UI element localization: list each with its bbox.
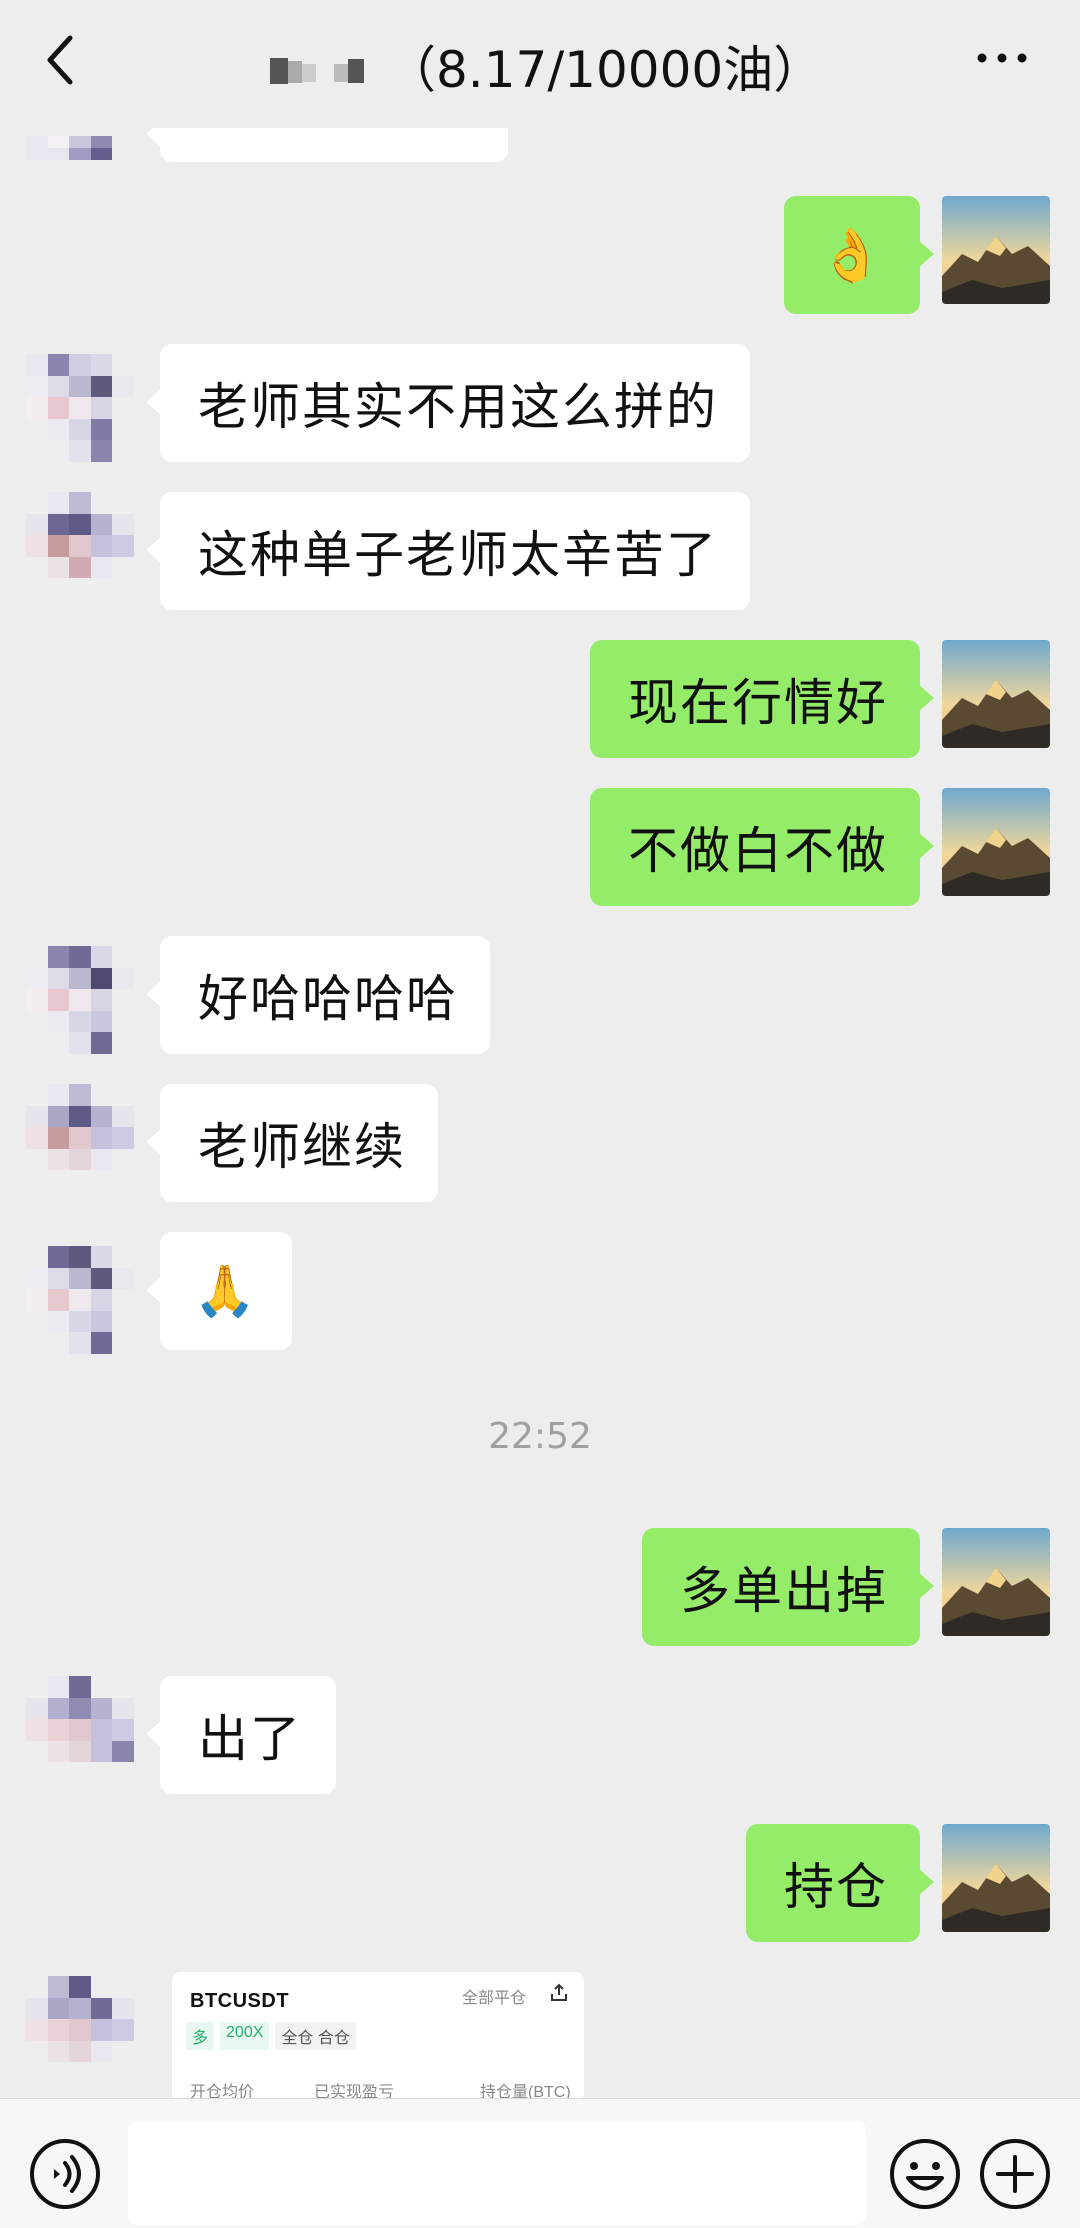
message-input[interactable] xyxy=(128,2121,866,2225)
message-bubble-emoji[interactable]: 🙏 xyxy=(146,1232,292,1350)
message-list[interactable]: 👌 老师其实不用这么拼的 这种单子老师太辛苦了 现在行情好 不做白不做 好哈哈哈… xyxy=(0,0,1080,2102)
trade-tags: 多 200X 全仓 合仓 xyxy=(186,2022,356,2050)
chevron-left-icon xyxy=(47,35,73,85)
chat-title[interactable]: （8.17/10000油） xyxy=(270,30,823,102)
contact-avatar[interactable] xyxy=(26,1084,134,1192)
my-avatar[interactable] xyxy=(942,1824,1050,1932)
margin-mode-tag: 全仓 合仓 xyxy=(275,2022,356,2050)
message-bubble[interactable]: 不做白不做 xyxy=(590,788,934,906)
plus-button[interactable] xyxy=(978,2137,1052,2211)
message-bubble[interactable]: 好哈哈哈哈 xyxy=(146,936,490,1054)
message-bubble[interactable]: 多单出掉 xyxy=(642,1528,934,1646)
mountain-avatar-icon xyxy=(942,788,1050,896)
my-avatar[interactable] xyxy=(942,196,1050,304)
mountain-avatar-icon xyxy=(942,640,1050,748)
more-button[interactable] xyxy=(972,40,1032,80)
more-dots-icon xyxy=(977,53,1027,63)
message-bubble[interactable]: 老师其实不用这么拼的 xyxy=(146,344,750,462)
share-icon[interactable] xyxy=(548,1982,570,2004)
pray-emoji-icon: 🙏 xyxy=(193,1261,259,1320)
chat-title-text: （8.17/10000油） xyxy=(386,41,824,99)
direction-tag: 多 xyxy=(186,2022,215,2050)
message-bubble[interactable]: 持仓 xyxy=(746,1824,934,1942)
mountain-avatar-icon xyxy=(942,196,1050,304)
contact-avatar[interactable] xyxy=(26,1976,134,2084)
contact-avatar[interactable] xyxy=(26,136,134,196)
trade-position-card[interactable]: BTCUSDT 全部平仓 多 200X 全仓 合仓 开仓均价 已实现盈亏 持仓量… xyxy=(172,1972,584,2102)
contact-avatar[interactable] xyxy=(26,492,134,600)
voice-button[interactable] xyxy=(28,2137,102,2211)
emoji-face-icon xyxy=(890,2139,960,2209)
leverage-tag: 200X xyxy=(220,2022,270,2050)
back-button[interactable] xyxy=(38,30,88,90)
message-bubble-emoji[interactable]: 👌 xyxy=(784,196,934,314)
ok-hand-emoji-icon: 👌 xyxy=(818,225,886,286)
plus-icon xyxy=(980,2139,1050,2209)
message-bubble[interactable]: 老师继续 xyxy=(146,1084,438,1202)
mountain-avatar-icon xyxy=(942,1824,1050,1932)
contact-avatar[interactable] xyxy=(26,1246,134,1354)
my-avatar[interactable] xyxy=(942,1528,1050,1636)
message-bubble[interactable]: 现在行情好 xyxy=(590,640,934,758)
voice-icon xyxy=(30,2139,100,2209)
contact-avatar[interactable] xyxy=(26,354,134,462)
chat-screen: 👌 老师其实不用这么拼的 这种单子老师太辛苦了 现在行情好 不做白不做 好哈哈哈… xyxy=(0,0,1080,2228)
my-avatar[interactable] xyxy=(942,640,1050,748)
my-avatar[interactable] xyxy=(942,788,1050,896)
emoji-button[interactable] xyxy=(888,2137,962,2211)
contact-avatar[interactable] xyxy=(26,946,134,1054)
chat-header: （8.17/10000油） xyxy=(0,0,1080,128)
contact-avatar[interactable] xyxy=(26,1676,134,1784)
input-bar xyxy=(0,2098,1080,2228)
close-all-button[interactable]: 全部平仓 xyxy=(462,1984,526,2008)
mountain-avatar-icon xyxy=(942,1528,1050,1636)
message-bubble[interactable]: 这种单子老师太辛苦了 xyxy=(146,492,750,610)
trade-symbol: BTCUSDT xyxy=(190,1990,290,2012)
message-bubble[interactable]: 出了 xyxy=(146,1676,336,1794)
blurred-contact-name xyxy=(270,48,364,84)
message-timestamp: 22:52 xyxy=(488,1416,592,1457)
